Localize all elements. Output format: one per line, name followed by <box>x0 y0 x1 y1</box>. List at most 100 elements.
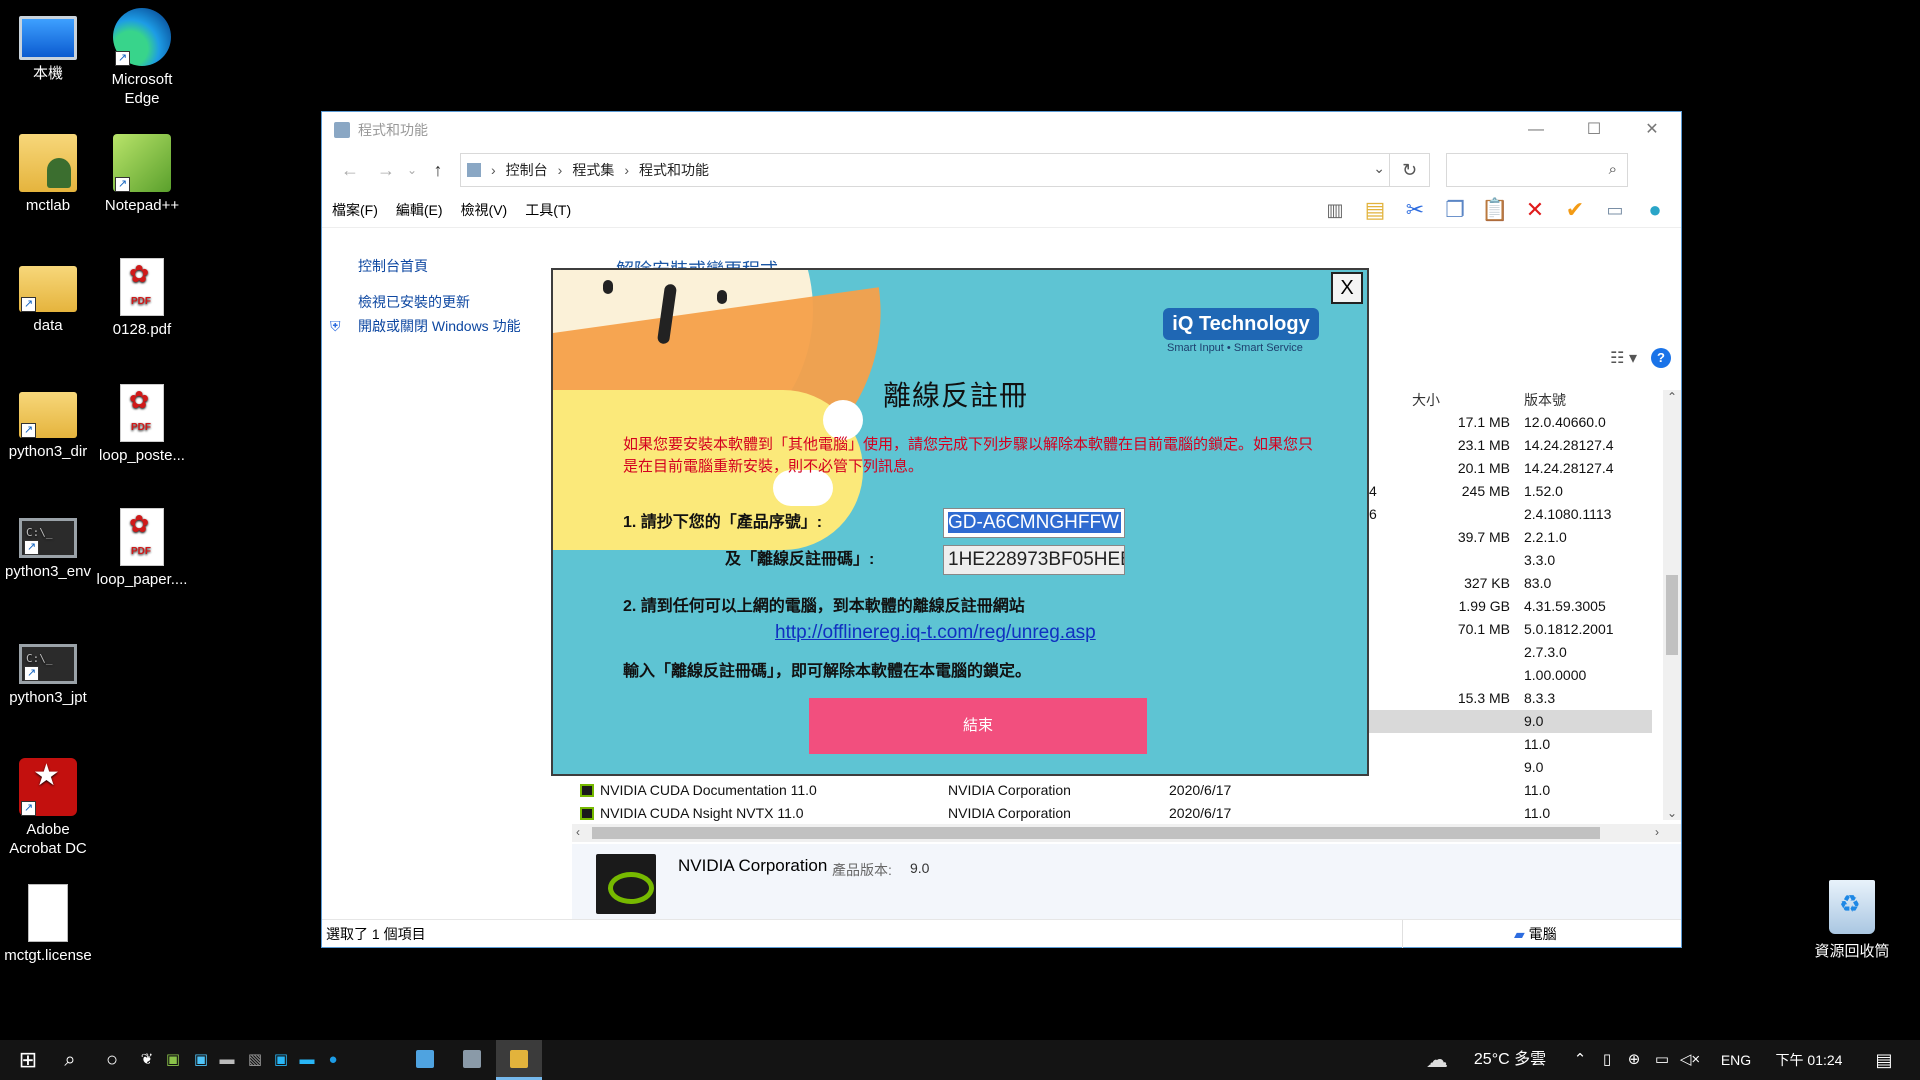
unregister-link[interactable]: http://offlinereg.iq-t.com/reg/unreg.asp <box>775 622 1096 644</box>
end-button[interactable]: 結束 <box>809 698 1147 754</box>
desktop-icon-label: data <box>33 317 63 334</box>
start-button[interactable]: ⊞ <box>10 1040 46 1080</box>
taskbar-app-1[interactable] <box>402 1040 448 1080</box>
input-language[interactable]: ENG <box>1716 1040 1756 1080</box>
menu-view[interactable]: 檢視(V) <box>461 200 508 220</box>
app-taskbar-icon[interactable]: ▬ <box>296 1040 318 1080</box>
desktop-icon-data[interactable]: ↗ data <box>0 258 96 335</box>
vertical-scrollbar[interactable]: ⌃ ⌄ <box>1663 390 1681 820</box>
warning-text: 如果您要安裝本軟體到「其他電腦」使用，請您完成下列步驟以解除本軟體在目前電腦的鎖… <box>623 436 1314 475</box>
desktop-icon-edge[interactable]: ↗ Microsoft Edge <box>94 8 190 108</box>
shortcut-arrow-icon: ↗ <box>21 801 36 816</box>
app-taskbar-icon[interactable]: ▣ <box>190 1040 212 1080</box>
column-header-size[interactable]: 大小 <box>1412 390 1440 410</box>
shield-icon: ⛨ <box>330 318 341 334</box>
computer-icon: ▰ <box>1514 926 1525 942</box>
network-icon[interactable]: ⊕ <box>1622 1040 1646 1080</box>
control-panel-icon <box>467 163 481 177</box>
table-row[interactable]: NVIDIA CUDA Documentation 11.0 NVIDIA Co… <box>572 779 1652 802</box>
chevron-up-icon[interactable]: ⌃ <box>1568 1040 1592 1080</box>
photos-taskbar-icon[interactable]: ▧ <box>244 1040 266 1080</box>
desktop-icon-loop-paper[interactable]: loop_paper.... <box>94 508 190 589</box>
menu-file[interactable]: 檔案(F) <box>332 200 378 220</box>
desktop-icon-mctgt-license[interactable]: mctgt.license <box>0 884 96 965</box>
scroll-left-icon[interactable]: ‹ <box>576 825 580 839</box>
menu-edit[interactable]: 編輯(E) <box>396 200 443 220</box>
forward-arrow-icon[interactable]: → <box>368 160 404 181</box>
notepadpp-taskbar-icon[interactable]: ▣ <box>162 1040 184 1080</box>
recycle-bin-icon <box>1829 880 1875 934</box>
desktop-icon-label: python3_dir <box>8 443 88 460</box>
dialog-close-button[interactable]: X <box>1331 272 1363 304</box>
scrollbar-thumb[interactable] <box>1666 575 1678 655</box>
desktop-icon-recycle-bin[interactable]: 資源回收筒 <box>1802 880 1902 961</box>
shortcut-arrow-icon: ↗ <box>115 51 130 66</box>
decoration-eye <box>603 280 613 294</box>
menu-tools[interactable]: 工具(T) <box>525 200 571 220</box>
table-row[interactable]: NVIDIA CUDA Nsight NVTX 11.0 NVIDIA Corp… <box>572 802 1652 825</box>
desktop-icon-python3-dir[interactable]: ↗ python3_dir <box>0 384 96 461</box>
column-header-version[interactable]: 版本號 <box>1524 390 1566 410</box>
step1b-label: 及「離線反註冊碼」: <box>725 551 875 568</box>
status-location: ▰ 電腦 <box>1514 926 1557 942</box>
status-bar: 選取了 1 個項目 ▰ 電腦 <box>322 919 1681 948</box>
shortcut-arrow-icon: ↗ <box>24 540 39 555</box>
details-version-label: 產品版本: <box>832 862 892 878</box>
desktop-icon-python3-env[interactable]: ↗ python3_env <box>0 508 96 581</box>
nvidia-icon <box>580 784 594 797</box>
desktop-icon-loop-poster[interactable]: loop_poste... <box>94 384 190 465</box>
app-taskbar-icon[interactable]: ▣ <box>270 1040 292 1080</box>
shortcut-arrow-icon: ↗ <box>24 666 39 681</box>
iq-technology-logo: iQ Technology <box>1163 308 1319 340</box>
weather-icon[interactable]: ☁ <box>1420 1040 1454 1080</box>
windows-features-link[interactable]: 開啟或關閉 Windows 功能 <box>358 318 521 334</box>
step2-label: 2. 請到任何可以上網的電腦，到本軟體的離線反註冊網站 <box>623 598 1025 615</box>
weather-text[interactable]: 25°C 多雲 <box>1458 1040 1562 1080</box>
taskbar-app-2[interactable] <box>449 1040 495 1080</box>
desktop-icon-python3-jpt[interactable]: ↗ python3_jpt <box>0 634 96 707</box>
logo-tagline: Smart Input • Smart Service <box>1167 342 1303 354</box>
unregister-code-field[interactable]: 1HE228973BF05HEB7D <box>943 545 1125 575</box>
cortana-icon[interactable]: ○ <box>94 1040 130 1080</box>
clock[interactable]: 下午 01:24 <box>1766 1040 1852 1080</box>
taskbar-app-control-panel[interactable] <box>496 1040 542 1080</box>
scrollbar-thumb[interactable] <box>592 827 1600 839</box>
nvidia-logo-icon <box>596 854 656 914</box>
recent-dropdown-icon[interactable]: ⌄ <box>404 163 420 177</box>
up-arrow-icon[interactable]: ↑ <box>420 160 456 181</box>
pdf-icon <box>120 258 164 316</box>
horizontal-scrollbar[interactable]: ‹ › <box>572 824 1681 842</box>
desktop-icon-0128-pdf[interactable]: 0128.pdf <box>94 258 190 339</box>
desktop-icon-this-pc[interactable]: 本機 <box>0 8 96 83</box>
chevron-right-icon: › <box>557 162 563 178</box>
view-updates-link[interactable]: 檢視已安裝的更新 <box>358 290 572 314</box>
scroll-up-icon[interactable]: ⌃ <box>1667 390 1677 404</box>
desktop-icon-label: Adobe Acrobat DC <box>9 821 87 857</box>
desktop-icon-notepadpp[interactable]: ↗ Notepad++ <box>94 134 190 215</box>
desktop-icon-label: 本機 <box>32 65 63 82</box>
file-icon <box>28 884 68 942</box>
desktop-icon-label: python3_env <box>5 563 91 580</box>
breadcrumb-item[interactable]: 控制台 <box>506 160 548 180</box>
search-icon[interactable]: ⌕ <box>52 1040 88 1080</box>
scroll-down-icon[interactable]: ⌄ <box>1667 806 1677 820</box>
serial-number-field[interactable]: GD-A6CMNGHFFW <box>943 508 1125 538</box>
notification-icon[interactable]: ▤ <box>1866 1040 1902 1080</box>
step1-label: 1. 請抄下您的「產品序號」: <box>623 514 823 531</box>
desktop-icon-mctlab[interactable]: mctlab <box>0 134 96 215</box>
help-icon[interactable]: ? <box>1651 348 1671 368</box>
game-bar-icon[interactable]: ❦ <box>136 1040 158 1080</box>
back-arrow-icon[interactable]: ← <box>332 160 368 181</box>
app-taskbar-icon[interactable]: ▬ <box>216 1040 238 1080</box>
view-options-icon[interactable]: ☷ ▾ <box>1610 348 1637 368</box>
control-panel-home-link[interactable]: 控制台首頁 <box>358 254 572 278</box>
desktop-icon-label: Microsoft Edge <box>111 71 173 107</box>
battery-icon[interactable]: ▭ <box>1650 1040 1674 1080</box>
volume-icon[interactable]: ◁× <box>1678 1040 1702 1080</box>
edge-taskbar-icon[interactable]: ● <box>322 1040 344 1080</box>
device-icon[interactable]: ▯ <box>1596 1040 1618 1080</box>
desktop-icon-acrobat[interactable]: ↗ Adobe Acrobat DC <box>0 758 96 858</box>
edge-icon: ↗ <box>113 8 171 66</box>
terminal-icon: ↗ <box>19 518 77 558</box>
scroll-right-icon[interactable]: › <box>1655 825 1659 839</box>
